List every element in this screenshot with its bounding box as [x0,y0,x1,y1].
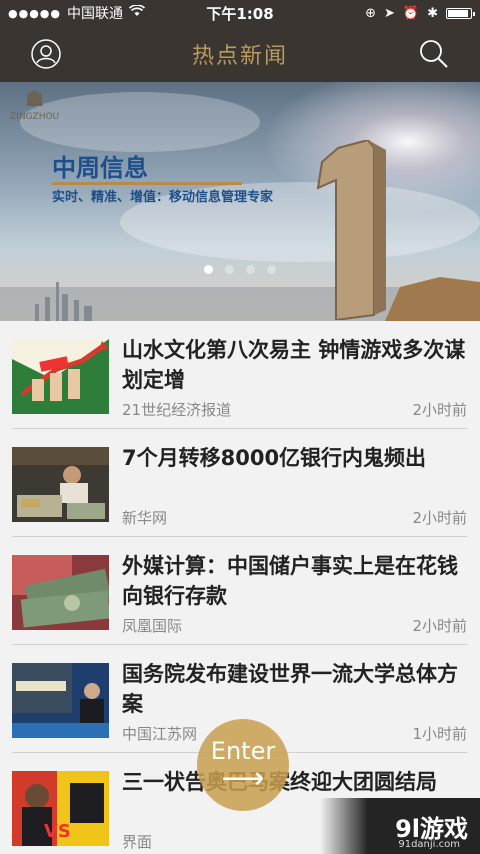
news-item[interactable]: 外媒计算：中国储户事实上是在花钱向银行存款 凤凰国际 2小时前 [12,537,467,645]
banner-carousel[interactable]: ☗ ZINGZHOU 中周信息 实时、精准、增值：移动信息管理专家 [0,82,480,321]
news-title: 7个月转移8000亿银行内鬼频出 [122,446,427,470]
news-source: 界面 [122,833,153,851]
news-title: 三一状告奥巴马案终迎大团圆结局 [122,767,467,797]
news-thumbnail [12,555,109,630]
news-source: 中国江苏网 [122,725,198,743]
news-thumbnail: VS [12,771,109,846]
news-item[interactable]: 7个月转移8000亿银行内鬼频出 新华网 2小时前 [12,429,467,537]
watermark: 9l游戏 91danji.com [320,798,480,854]
search-button[interactable] [418,38,450,70]
news-thumbnail [12,447,109,522]
news-title: 外媒计算：中国储户事实上是在花钱向银行存款 [122,554,458,608]
news-source: 凤凰国际 [122,617,183,635]
carousel-dot[interactable] [267,265,276,274]
news-item[interactable]: 山水文化第八次易主 钟情游戏多次谋划定增 21世纪经济报道 2小时前 [12,321,467,429]
status-bar: ●●●●● 中国联通 下午1:08 ⊕ ➤ ⏰ ✱ [0,0,480,26]
clock: 下午1:08 [206,4,274,23]
user-icon [31,39,61,69]
arrow-right-icon: ⟶ [221,761,265,796]
news-thumbnail [12,663,109,738]
carousel-dot[interactable] [204,265,213,274]
banner-logo-text: ZINGZHOU [10,112,60,122]
banner-title: 中周信息 [52,154,148,182]
watermark-url: 91danji.com [398,839,460,850]
stock-chart-cartoon-image [12,339,109,414]
enter-button[interactable]: Enter ⟶ [197,719,289,811]
battery-icon [446,7,475,19]
banner-divider [52,182,242,185]
news-time: 2小时前 [412,509,467,527]
carousel-indicator [204,265,276,274]
profile-button[interactable] [30,38,62,70]
cash-counting-photo [12,447,109,522]
obama-vs-sany-image: VS [12,771,109,846]
news-thumbnail [12,339,109,414]
news-time: 1小时前 [412,725,467,743]
news-time: 2小时前 [412,617,467,635]
banknotes-photo [12,555,109,630]
nav-bar: 热点新闻 [0,26,480,82]
zhouzhou-logo-icon: ☗ [24,87,45,112]
news-title: 国务院发布建设世界一流大学总体方案 [122,662,458,716]
banner-logo: ☗ ZINGZHOU [10,87,60,123]
svg-text:VS: VS [44,821,71,842]
news-broadcast-photo [12,663,109,738]
news-source: 新华网 [122,509,168,527]
carousel-dot[interactable] [246,265,255,274]
news-title: 山水文化第八次易主 钟情游戏多次谋划定增 [122,338,466,392]
carousel-dot[interactable] [225,265,234,274]
search-icon [420,40,448,68]
banner-subtitle: 实时、精准、增值：移动信息管理专家 [52,190,274,205]
stone-number-one-image [316,140,386,320]
page-title: 热点新闻 [191,44,288,69]
news-time: 2小时前 [412,401,467,419]
news-source: 21世纪经济报道 [122,401,232,419]
